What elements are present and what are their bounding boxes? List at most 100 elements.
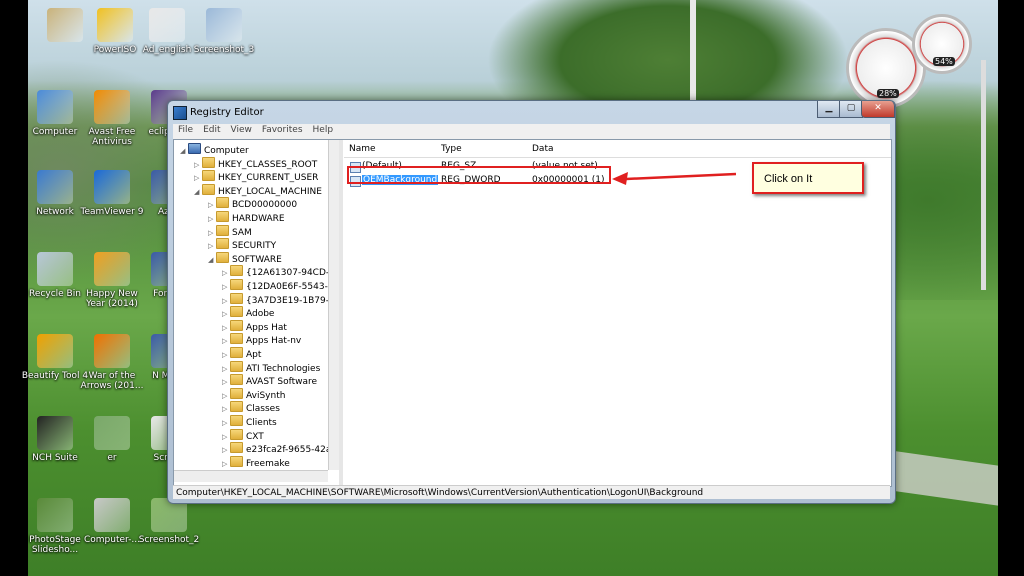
tree-node-label: Freemake [246,458,290,469]
vlc-icon [94,334,130,368]
memory-gauge-gadget[interactable]: 54% [912,14,972,74]
cpu-percent: 28% [877,89,899,98]
folder-icon [230,292,243,304]
menu-edit[interactable]: Edit [198,124,225,136]
tree-node[interactable]: ▷ {3A7D3E19-1B79-4 [222,292,335,306]
disc-icon [97,8,133,42]
computer-icon [37,90,73,124]
screenshot-icon [94,416,130,450]
tree-node[interactable]: ▷ AviSynth [222,387,286,401]
tree-node-label: {3A7D3E19-1B79-4 [246,295,335,306]
folder-icon [230,306,243,318]
folder-icon [230,360,243,372]
tree-node-label: Adobe [246,309,275,320]
expanded-arrow-icon[interactable]: ◢ [194,186,202,199]
tree-node-label: {12DA0E6F-5543-4 [246,282,334,292]
tree-node-label: AviSynth [246,390,286,401]
expanded-arrow-icon[interactable]: ◢ [180,145,188,158]
avast-icon [94,90,130,124]
menu-favorites[interactable]: Favorites [257,124,308,136]
tree-node[interactable]: ▷ HARDWARE [208,211,285,224]
registry-editor-window[interactable]: Registry Editor ▁ ▢ ✕ File Edit View Favori… [167,100,896,504]
tree-node[interactable]: ◢ HKEY_LOCAL_MACHINE [194,183,322,199]
menu-file[interactable]: File [173,124,198,136]
desktop-icon[interactable]: Screenshot_3 [189,8,259,55]
column-type-header[interactable]: Type [441,144,462,154]
tree-node[interactable]: ▷ {12A61307-94CD-4 [222,265,335,278]
tree-node-label: SAM [232,227,252,238]
vlc-file-icon [94,252,130,286]
folder-icon [202,170,215,182]
tree-node[interactable]: ▷ HKEY_CLASSES_ROOT [194,156,317,170]
recycle-bin-icon [37,252,73,286]
background-road [888,450,998,510]
tree-node-label: Classes [246,404,280,415]
tree-node[interactable]: ▷ Classes [222,401,280,414]
tree-node-label: HARDWARE [232,214,285,224]
menu-bar: File Edit View Favorites Help [173,124,890,139]
folder-icon [230,265,243,277]
column-data-header[interactable]: Data [532,144,554,154]
tree-node-label: BCD00000000 [232,200,298,211]
screenshot-icon [94,498,130,532]
folder-icon [216,238,229,250]
tree-node-label: SECURITY [232,241,277,252]
folder-icon [230,319,243,331]
computer-icon [188,143,201,154]
tree-node[interactable]: ◢ Computer [180,143,249,156]
menu-view[interactable]: View [226,124,257,136]
tree-node[interactable]: ▷ Adobe [222,306,274,319]
tree-node[interactable]: ▷ Apt [222,347,261,360]
photostage-icon [37,498,73,532]
minimize-button[interactable]: ▁ [817,101,841,118]
tree-node-label: ATI Technologies [246,363,321,374]
screenshot-icon [206,8,242,42]
tree-node[interactable]: ▷ Apps Hat [222,319,287,333]
title-bar[interactable]: Registry Editor ▁ ▢ ✕ [168,101,895,123]
tree-node[interactable]: ▷ SAM [208,224,252,238]
beautify-icon [37,334,73,368]
menu-help[interactable]: Help [308,124,339,136]
folder-icon [230,387,243,399]
maximize-button[interactable]: ▢ [839,101,863,118]
folder-icon [216,211,229,222]
column-name-header[interactable]: Name [349,144,376,154]
tree-node[interactable]: ◢ SOFTWARE [208,251,282,267]
tree-node-label: CXT [246,431,264,442]
tree-node[interactable]: ▷ Clients [222,415,277,428]
memory-percent: 54% [933,57,955,66]
folder-icon [230,347,243,358]
tree-node-label: {12A61307-94CD-4 [246,268,335,279]
tree-node[interactable]: ▷ Apps Hat-nv [222,333,301,346]
tree-node-label: SOFTWARE [232,254,282,265]
tree-node[interactable]: ▷ AVAST Software [222,374,317,387]
folder-icon [216,251,229,263]
tree-horizontal-scrollbar[interactable] [174,470,328,482]
tree-node-label: HKEY_LOCAL_MACHINE [218,186,322,197]
folder-icon [230,428,243,440]
tree-node-label: HKEY_CURRENT_USER [218,173,319,184]
folder-icon [202,156,215,168]
tree-node[interactable]: ▷ Freemake [222,455,290,471]
tree-node[interactable]: ▷ CXT [222,428,264,442]
folder-blurred-icon [47,8,83,42]
tree-node[interactable]: ▷ SECURITY [208,238,276,251]
folder-icon [216,224,229,236]
registry-tree[interactable]: ◢ Computer ▷ HKEY_CLASSES_ROOT ▷ HKEY_CURRENT… [174,140,340,486]
tree-node[interactable]: ▷ e23fca2f-9655-42a [222,442,331,455]
expanded-arrow-icon[interactable]: ◢ [208,254,216,267]
tree-node-label: Apt [246,350,262,360]
desktop-icon[interactable]: Screenshot_2 [134,498,204,545]
close-button[interactable]: ✕ [861,101,895,118]
folder-icon [230,401,243,413]
tree-node[interactable]: ▷ ATI Technologies [222,360,321,374]
collapsed-arrow-icon[interactable]: ▷ [222,458,230,471]
tree-node[interactable]: ▷ HKEY_CURRENT_USER [194,170,318,183]
annotation-arrow [612,172,736,185]
pane-splitter[interactable] [339,140,343,486]
desktop-icon-label: Screenshot_3 [193,45,255,55]
document-icon [149,8,185,42]
tree-node[interactable]: ▷ {12DA0E6F-5543-4 [222,279,334,292]
registry-editor-icon [173,106,187,120]
tree-node[interactable]: ▷ BCD00000000 [208,197,297,210]
